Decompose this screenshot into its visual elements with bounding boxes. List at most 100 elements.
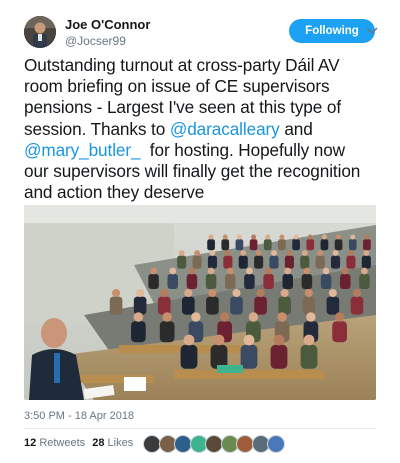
audience-head: [255, 250, 262, 256]
audience-head: [303, 334, 315, 346]
audience-person: [223, 255, 233, 269]
audience-person: [177, 255, 187, 269]
audience-head: [232, 288, 241, 298]
tweet-card: Joe O'Connor @Jocser99 Following Outstan…: [0, 0, 400, 463]
audience-head: [246, 267, 253, 275]
audience-head: [328, 288, 337, 298]
audience-head: [271, 250, 277, 256]
likes-stat[interactable]: 28 Likes: [92, 437, 133, 449]
audience-head: [303, 267, 311, 275]
audience-head: [207, 267, 215, 275]
audience-person: [315, 255, 325, 269]
audience-head: [304, 288, 313, 298]
following-button[interactable]: Following: [289, 19, 375, 43]
audience-head: [322, 267, 330, 275]
audience-head: [321, 234, 327, 240]
audience-person: [278, 296, 291, 315]
tweet-text-line: our supervisors will finally get the rec…: [24, 161, 384, 182]
audience-head: [236, 234, 242, 240]
likes-count: 28: [92, 437, 105, 449]
audience-person: [205, 274, 217, 289]
audience-head: [352, 288, 362, 298]
audience-person: [363, 239, 371, 251]
audience-head: [284, 267, 292, 275]
audience-person: [332, 321, 347, 343]
audience-person: [340, 274, 351, 289]
audience-person: [326, 296, 340, 315]
audience-person: [320, 239, 329, 251]
audience-person: [167, 274, 178, 289]
audience-head: [248, 312, 259, 322]
audience-head: [251, 234, 257, 240]
audience-head: [279, 234, 285, 240]
audience-head: [307, 234, 313, 240]
retweets-label: Retweets: [39, 437, 86, 449]
audience-person: [109, 296, 123, 315]
audience-person: [350, 296, 364, 315]
audience-head: [208, 288, 217, 298]
chevron-down-icon[interactable]: [366, 27, 378, 35]
audience-head: [332, 250, 339, 256]
retweets-stat[interactable]: 12 Retweets: [24, 437, 85, 449]
audience-head: [265, 234, 271, 240]
mention-link[interactable]: @daracalleary: [170, 119, 280, 139]
tweet-text: Outstanding turnout at cross-party Dáil …: [24, 55, 384, 203]
audience-head: [194, 250, 201, 256]
audience-head: [219, 312, 230, 322]
tweet-text-line: session. Thanks to @daracalleary and: [24, 119, 384, 140]
audience-head: [341, 267, 349, 275]
audience-head: [160, 288, 169, 298]
audience-person: [359, 274, 370, 289]
audience-head: [350, 234, 356, 240]
audience-head: [364, 234, 370, 240]
tweet-timestamp[interactable]: 3:50 PM - 18 Apr 2018: [24, 410, 134, 422]
audience-person: [192, 255, 202, 269]
likes-label: Likes: [107, 437, 134, 449]
audience-head: [273, 334, 285, 346]
audience-head: [136, 288, 145, 298]
audience-person: [361, 255, 371, 269]
audience-person: [263, 274, 274, 289]
audience-person: [230, 296, 243, 315]
audience-person: [249, 239, 258, 251]
tweet-text-segment: our supervisors will finally get the rec…: [24, 161, 361, 182]
tweet-text-segment: and: [279, 118, 313, 139]
audience-head: [169, 267, 177, 275]
mention-link[interactable]: @mary_butler_: [24, 140, 141, 160]
audience-head: [188, 267, 196, 275]
audience-person: [284, 255, 294, 269]
avatar-photo-icon: [24, 16, 56, 48]
audience-head: [208, 234, 214, 240]
author-handle[interactable]: @Jocser99: [65, 34, 126, 48]
audience-head: [226, 267, 234, 275]
audience-person: [306, 239, 315, 251]
audience-head: [363, 250, 370, 256]
audience-head: [280, 288, 289, 298]
tweet-text-segment: room briefing on issue of CE supervisors: [24, 76, 330, 97]
tweet-text-line: room briefing on issue of CE supervisors: [24, 76, 384, 97]
audience-person: [269, 255, 279, 269]
audience-head: [240, 250, 247, 256]
audience-head: [178, 250, 185, 256]
audience-head: [222, 234, 228, 240]
tweet-text-line: and action they deserve: [24, 182, 384, 203]
audience-head: [133, 312, 144, 322]
audience-person: [300, 344, 318, 369]
liker-avatar[interactable]: [267, 435, 285, 453]
audience-head: [224, 250, 231, 256]
audience-person: [238, 255, 248, 269]
audience-head: [256, 288, 265, 298]
audience-person: [300, 255, 310, 269]
audience-person: [334, 239, 343, 251]
audience-head: [162, 312, 172, 322]
audience-person: [292, 239, 300, 251]
divider: [24, 428, 376, 429]
tweet-text-segment: session. Thanks to: [24, 118, 170, 139]
audience-head: [209, 250, 216, 256]
tweet-photo[interactable]: [24, 205, 376, 400]
tweet-header: Joe O'Connor @Jocser99 Following: [24, 16, 384, 50]
author-name[interactable]: Joe O'Connor: [65, 17, 150, 32]
audience-person: [270, 344, 288, 369]
avatar[interactable]: [24, 16, 56, 48]
tweet-text-line: pensions - Largest I've seen at this typ…: [24, 97, 384, 118]
